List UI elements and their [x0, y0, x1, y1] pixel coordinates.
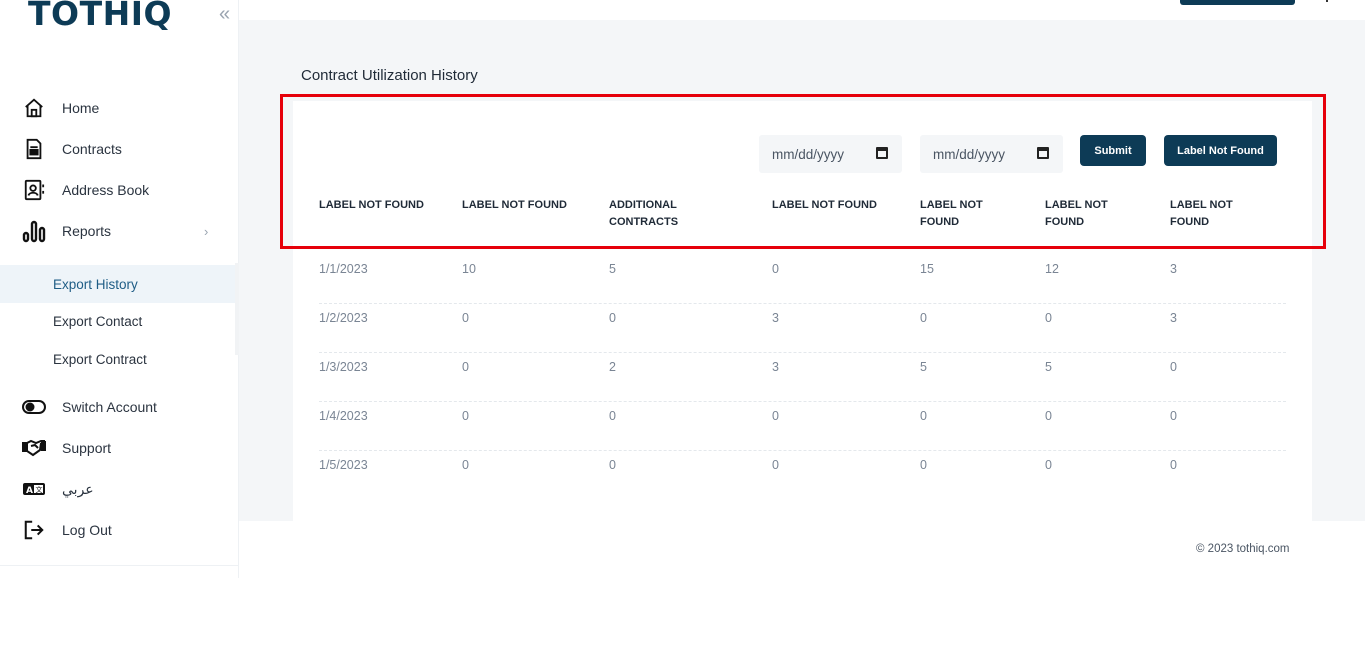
- sidebar-item-label: Contracts: [62, 141, 122, 157]
- table-row: 1/4/2023 0 0 0 0 0 0: [319, 402, 1286, 451]
- bar-chart-icon: [22, 219, 46, 243]
- chevron-right-icon: ›: [204, 223, 209, 239]
- table-cell: 3: [772, 360, 779, 374]
- toggle-icon: [22, 395, 46, 419]
- page-title: Contract Utilization History: [301, 67, 478, 84]
- table-cell: 0: [1045, 458, 1052, 472]
- table-row: 1/1/2023 10 5 0 15 12 3: [319, 255, 1286, 304]
- sidebar-item-home[interactable]: Home: [22, 96, 99, 120]
- table-cell: 10: [462, 262, 476, 276]
- address-book-icon: [22, 178, 46, 202]
- table-cell: 2: [609, 360, 616, 374]
- table-cell: 0: [609, 311, 616, 325]
- sidebar-subitem-export-contract[interactable]: Export Contract: [0, 340, 235, 378]
- table-cell: 0: [462, 360, 469, 374]
- sidebar-item-address-book[interactable]: Address Book: [22, 178, 149, 202]
- table-cell: 0: [920, 409, 927, 423]
- language-icon: A文: [22, 477, 46, 501]
- sidebar-item-logout[interactable]: Log Out: [22, 518, 112, 542]
- table-cell: 5: [1045, 360, 1052, 374]
- table-cell: 0: [1170, 360, 1177, 374]
- svg-text:文: 文: [36, 485, 43, 494]
- sidebar-item-contracts[interactable]: Contracts: [22, 137, 122, 161]
- home-icon: [22, 96, 46, 120]
- table-cell: 0: [1045, 409, 1052, 423]
- logo: TOTHIQ: [28, 0, 173, 33]
- table-cell: 1/3/2023: [319, 360, 368, 374]
- table-cell: 15: [920, 262, 934, 276]
- table-cell: 1/2/2023: [319, 311, 368, 325]
- sidebar-item-label: Address Book: [62, 182, 150, 198]
- table-cell: 0: [1170, 409, 1177, 423]
- sidebar-item-label: Support: [62, 440, 112, 456]
- table-cell: 0: [920, 311, 927, 325]
- table-cell: 0: [462, 458, 469, 472]
- sidebar-item-label: Reports: [62, 223, 112, 239]
- footer-copyright: © 2023 tothiq.com: [1196, 543, 1290, 555]
- highlight-box: [280, 94, 1326, 249]
- table-row: 1/2/2023 0 0 3 0 0 3: [319, 304, 1286, 353]
- sidebar-item-label: عربي: [62, 480, 94, 497]
- table-cell: 0: [609, 409, 616, 423]
- document-icon: [22, 137, 46, 161]
- table-cell: 1/4/2023: [319, 409, 368, 423]
- sidebar-item-label: Switch Account: [62, 399, 157, 415]
- table-cell: 1/1/2023: [319, 262, 368, 276]
- table-cell: 0: [920, 458, 927, 472]
- table-cell: 0: [772, 458, 779, 472]
- sidebar-item-switch-account[interactable]: Switch Account: [22, 395, 157, 419]
- table-cell: 3: [1170, 311, 1177, 325]
- collapse-sidebar-icon[interactable]: «: [219, 4, 230, 24]
- table-cell: 0: [772, 262, 779, 276]
- sidebar-item-support[interactable]: Support: [22, 436, 111, 460]
- table-row: 1/3/2023 0 2 3 5 5 0: [319, 353, 1286, 402]
- table-cell: 0: [772, 409, 779, 423]
- table-cell: 1/5/2023: [319, 458, 368, 472]
- logout-icon: [22, 518, 46, 542]
- table-cell: 12: [1045, 262, 1059, 276]
- sidebar-subitem-export-history[interactable]: Export History: [0, 265, 235, 303]
- table-cell: 5: [920, 360, 927, 374]
- table-cell: 0: [1045, 311, 1052, 325]
- table-cell: 3: [1170, 262, 1177, 276]
- sidebar-subitem-export-contact[interactable]: Export Contact: [0, 302, 235, 340]
- table-cell: 0: [462, 311, 469, 325]
- handshake-icon: [22, 436, 46, 460]
- table-cell: 0: [609, 458, 616, 472]
- sidebar-divider: [0, 565, 239, 566]
- top-menu-icon[interactable]: [1322, 0, 1328, 2]
- sidebar-item-label: Home: [62, 100, 100, 116]
- sidebar: TOTHIQ « Home Contracts Address Book Rep…: [0, 0, 239, 578]
- sidebar-item-label: Log Out: [62, 522, 112, 538]
- table-cell: 3: [772, 311, 779, 325]
- sidebar-item-language[interactable]: A文 عربي: [22, 477, 94, 501]
- table-cell: 0: [462, 409, 469, 423]
- top-action-button[interactable]: [1180, 0, 1295, 5]
- table-cell: 0: [1170, 458, 1177, 472]
- sidebar-item-reports[interactable]: Reports ›: [22, 219, 208, 243]
- table-cell: 5: [609, 262, 616, 276]
- svg-text:A: A: [26, 486, 33, 496]
- table-row: 1/5/2023 0 0 0 0 0 0: [319, 451, 1286, 500]
